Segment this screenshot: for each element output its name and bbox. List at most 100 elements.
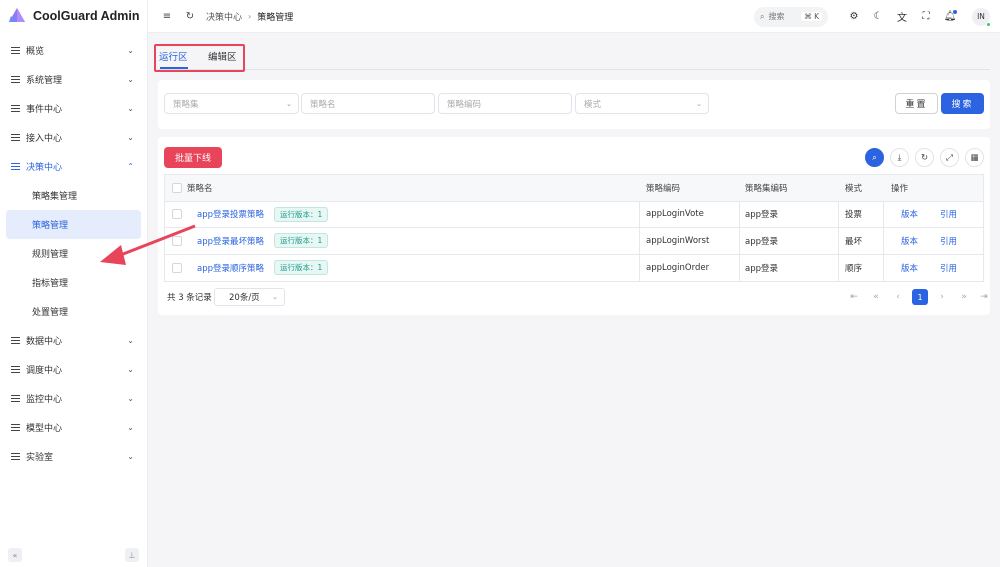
highlight-box <box>154 44 245 72</box>
last-page-icon[interactable]: ⇥ <box>976 289 992 305</box>
tabs-bar: 运行区 编辑区 <box>158 44 990 70</box>
sidebar-item-label: 数据中心 <box>26 337 63 347</box>
sidebar-item-model[interactable]: 模型中心 ⌄ <box>0 413 147 442</box>
logo-row: CoolGuard Admin <box>0 0 147 32</box>
main-content: 运行区 编辑区 策略集 ⌄ 策略名 策略编码 模式 ⌄ 重置 搜索 批量下线 ⌕… <box>148 33 1000 567</box>
sidebar-item-access[interactable]: 接入中心 ⌄ <box>0 123 147 152</box>
table-row: app登录顺序策略 运行版本：1 appLoginOrder app登录 顺序 … <box>165 255 983 282</box>
sidebar-item-overview[interactable]: 概览 ⌄ <box>0 36 147 65</box>
collapse-sidebar-icon[interactable]: « <box>8 548 22 562</box>
settings-icon[interactable]: ⚙ <box>847 10 861 24</box>
strategy-code-input[interactable]: 策略编码 <box>438 93 572 114</box>
bell-icon[interactable]: 🔔︎ <box>943 9 957 24</box>
sidebar-item-monitor[interactable]: 监控中心 ⌄ <box>0 384 147 413</box>
sidebar-item-events[interactable]: 事件中心 ⌄ <box>0 94 147 123</box>
fullscreen-icon[interactable]: ⛶ <box>919 10 933 24</box>
strategy-name-link[interactable]: app登录投票策略 <box>197 208 264 220</box>
dark-mode-icon[interactable]: ☾ <box>871 10 885 24</box>
sidebar-item-data[interactable]: 数据中心 ⌄ <box>0 326 147 355</box>
sidebar-item-label: 模型中心 <box>26 424 63 434</box>
sidebar-subitem-strategy-set[interactable]: 策略集管理 <box>6 181 141 210</box>
search-toggle-icon[interactable]: ⌕ <box>865 148 884 167</box>
sidebar-item-label: 监控中心 <box>26 395 63 405</box>
sidebar-subitem-disposal[interactable]: 处置管理 <box>6 297 141 326</box>
columns-setting-icon[interactable]: ▦ <box>965 148 984 167</box>
reference-link[interactable]: 引用 <box>940 202 957 228</box>
strategy-table: 策略名 策略编码 策略集编码 模式 操作 app登录投票策略 运行版本：1 ap… <box>164 174 984 282</box>
chevron-down-icon: ⌄ <box>127 46 134 55</box>
batch-offline-button[interactable]: 批量下线 <box>164 147 222 168</box>
online-status-dot <box>986 21 991 27</box>
next-group-icon[interactable]: » <box>956 289 972 305</box>
reference-link[interactable]: 引用 <box>940 228 957 254</box>
page-number-current[interactable]: 1 <box>912 289 928 305</box>
first-page-icon[interactable]: ⇤ <box>846 289 862 305</box>
row-checkbox[interactable] <box>172 235 182 246</box>
column-header: 模式 <box>845 183 863 194</box>
menu-icon <box>11 336 20 345</box>
strategy-name-link[interactable]: app登录顺序策略 <box>197 262 264 274</box>
chevron-right-icon: › <box>248 11 252 21</box>
chevron-down-icon: ⌄ <box>696 99 702 108</box>
page-size-select[interactable]: 20条/页 ⌄ <box>214 288 285 306</box>
sidebar-item-label: 调度中心 <box>26 366 63 376</box>
table-card: 批量下线 ⌕ ⤓ ↻ ⤢ ▦ 策略名 策略编码 策略集编码 模式 操作 app登… <box>158 137 990 315</box>
sidebar-item-label: 实验室 <box>26 453 54 463</box>
strategy-set-code: app登录 <box>745 236 778 247</box>
select-all-checkbox[interactable] <box>172 182 182 193</box>
column-header: 策略编码 <box>646 183 681 194</box>
mode-select[interactable]: 模式 ⌄ <box>575 93 709 114</box>
strategy-name-link[interactable]: app登录最坏策略 <box>197 235 264 247</box>
strategy-set-code: app登录 <box>745 210 778 221</box>
mode: 投票 <box>845 210 863 221</box>
next-page-icon[interactable]: › <box>934 289 950 305</box>
prev-group-icon[interactable]: « <box>868 289 884 305</box>
refresh-icon[interactable]: ↻ <box>183 9 197 23</box>
menu-toggle-icon[interactable]: ≡ <box>160 9 174 23</box>
avatar[interactable]: IN <box>972 7 991 27</box>
search-button[interactable]: 搜索 <box>941 93 984 114</box>
strategy-name-input[interactable]: 策略名 <box>301 93 435 114</box>
prev-page-icon[interactable]: ‹ <box>890 289 906 305</box>
global-search[interactable]: ⌕ 搜索 ⌘ K <box>754 6 828 27</box>
sidebar-item-decision[interactable]: 决策中心 ⌃ <box>0 152 147 181</box>
chevron-down-icon: ⌄ <box>127 423 134 432</box>
version-link[interactable]: 版本 <box>901 255 918 282</box>
search-shortcut: ⌘ K <box>801 12 822 21</box>
reset-button[interactable]: 重置 <box>895 93 938 114</box>
sidebar-item-schedule[interactable]: 调度中心 ⌄ <box>0 355 147 384</box>
download-icon[interactable]: ⤓ <box>890 148 909 167</box>
sidebar-subitem-strategy[interactable]: 策略管理 <box>6 210 141 239</box>
sidebar-item-system[interactable]: 系统管理 ⌄ <box>0 65 147 94</box>
sidebar-subitem-metric[interactable]: 指标管理 <box>6 268 141 297</box>
chevron-down-icon: ⌄ <box>127 133 134 142</box>
sidebar-subitem-rule[interactable]: 规则管理 <box>6 239 141 268</box>
breadcrumb-item[interactable]: 决策中心 <box>206 10 242 23</box>
menu-icon <box>11 75 20 84</box>
column-header: 操作 <box>891 183 909 194</box>
strategy-set-select[interactable]: 策略集 ⌄ <box>164 93 299 114</box>
pin-icon[interactable]: ⊥ <box>125 548 139 562</box>
fullscreen-icon[interactable]: ⤢ <box>940 148 959 167</box>
chevron-down-icon: ⌄ <box>127 365 134 374</box>
chevron-down-icon: ⌄ <box>127 75 134 84</box>
breadcrumb-current: 策略管理 <box>257 12 294 23</box>
version-link[interactable]: 版本 <box>901 228 918 254</box>
menu-icon <box>11 452 20 461</box>
chevron-down-icon: ⌄ <box>127 336 134 345</box>
version-link[interactable]: 版本 <box>901 202 918 228</box>
row-checkbox[interactable] <box>172 262 182 273</box>
sidebar-item-lab[interactable]: 实验室 ⌄ <box>0 442 147 471</box>
chevron-down-icon: ⌄ <box>127 452 134 461</box>
sidebar: CoolGuard Admin 概览 ⌄ 系统管理 ⌄ 事件中心 ⌄ 接入中心 … <box>0 0 148 567</box>
refresh-icon[interactable]: ↻ <box>915 148 934 167</box>
sidebar-nav: 概览 ⌄ 系统管理 ⌄ 事件中心 ⌄ 接入中心 ⌄ 决策中心 ⌃ 策略集管理 策… <box>0 36 147 471</box>
sidebar-footer: « ⊥ <box>8 548 139 562</box>
reference-link[interactable]: 引用 <box>940 255 957 282</box>
menu-icon <box>11 394 20 403</box>
pagination: 共 3 条记录 20条/页 ⌄ ⇤ « ‹ 1 › » ⇥ <box>164 287 988 307</box>
translate-icon[interactable]: 文 <box>895 10 909 24</box>
row-checkbox[interactable] <box>172 209 182 220</box>
menu-icon <box>11 46 20 55</box>
column-header: 策略集编码 <box>745 183 788 194</box>
